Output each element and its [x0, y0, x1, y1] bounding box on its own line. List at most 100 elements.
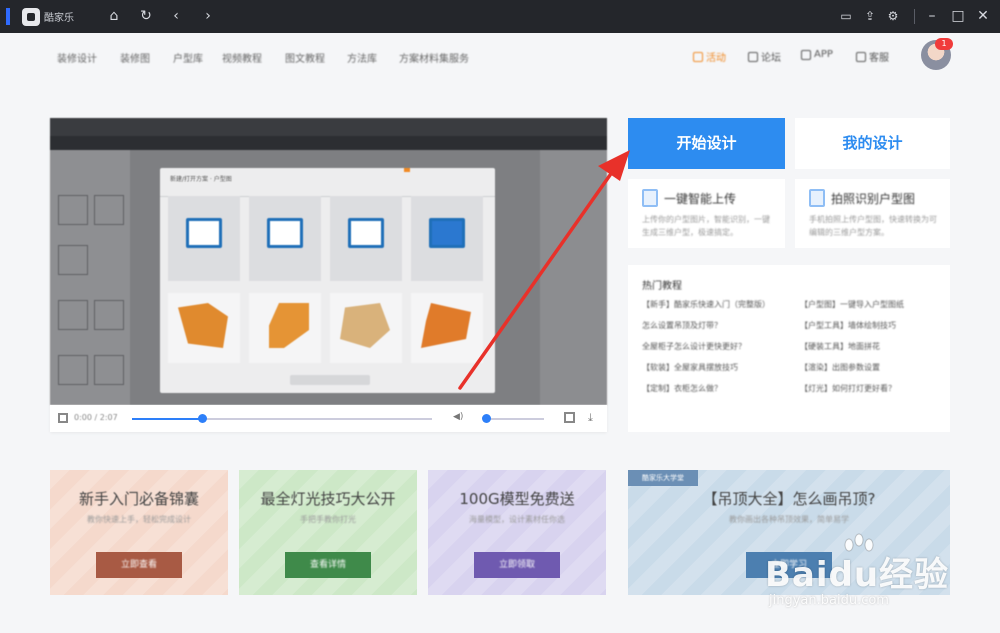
forward-icon[interactable]: › — [198, 6, 218, 26]
feature-card-photo[interactable]: 拍照识别户型图 手机拍照上传户型图，快速转换为可编辑的三维户型方案。 — [795, 179, 950, 248]
back-icon[interactable]: ‹ — [166, 6, 186, 26]
video-tile — [58, 300, 88, 330]
search-plan-icon — [267, 218, 303, 248]
video-frame[interactable]: 新建/打开方案 · 户型图 — [50, 118, 607, 405]
photo-icon — [809, 189, 825, 207]
banner-title: 新手入门必备锦囊 — [78, 490, 199, 508]
video-app-toolbar — [50, 136, 607, 150]
share-icon[interactable]: ⇪ — [860, 6, 880, 26]
banner-button[interactable]: 立即领取 — [474, 552, 560, 578]
floorplan-thumb — [168, 293, 240, 363]
banner-button-label: 查看详情 — [309, 560, 346, 570]
progress-thumb[interactable] — [198, 414, 207, 423]
nav-service[interactable]: 客服 — [856, 49, 889, 64]
modal-title: 新建/打开方案 · 户型图 — [170, 176, 232, 183]
upload-icon — [642, 189, 658, 207]
start-design-button[interactable]: 开始设计 — [628, 118, 785, 169]
home-icon[interactable]: ⌂ — [104, 6, 124, 26]
hot-tutorials-title: 热门教程 — [642, 281, 682, 292]
hot-tutorial-link[interactable]: 【硬装工具】地面拼花 — [800, 341, 880, 352]
nav-forum[interactable]: 论坛 — [748, 49, 781, 64]
video-app-right-panel — [540, 150, 607, 405]
hot-tutorial-link[interactable]: 【渲染】出图参数设置 — [800, 362, 880, 373]
volume-icon[interactable]: ◀) — [453, 412, 463, 422]
floorplan-thumb — [249, 293, 321, 363]
app-logo: 酷家乐 — [22, 7, 80, 26]
hot-tutorial-link[interactable]: 【定制】衣柜怎么做？ — [642, 383, 722, 394]
floorplan-shape — [421, 303, 471, 348]
floorplan-shape — [340, 303, 390, 348]
banner-models[interactable]: 100G模型免费送 海量模型，设计素材任你选 立即领取 — [428, 470, 606, 595]
hot-tutorials: 热门教程 【新手】酷家乐快速入门（完整版） 【户型图】一键导入户型图纸 怎么设置… — [628, 265, 950, 432]
feature-desc: 手机拍照上传户型图，快速转换为可编辑的三维户型方案。 — [809, 215, 937, 237]
feature-card-upload[interactable]: 一键智能上传 上传你的户型图片，智能识别，一键生成三维户型，极速搞定。 — [628, 179, 785, 248]
modal-option-card — [330, 196, 402, 281]
volume-thumb[interactable] — [482, 414, 491, 423]
nav-item[interactable]: 装修图 — [120, 50, 150, 65]
floorplan-thumb — [330, 293, 402, 363]
nav-item[interactable]: 图文教程 — [285, 50, 325, 65]
nav-service-label: 客服 — [869, 53, 889, 64]
feature-desc: 上传你的户型图片，智能识别，一键生成三维户型，极速搞定。 — [642, 215, 770, 237]
banner-button[interactable]: 立即查看 — [96, 552, 182, 578]
nav-activity[interactable]: 活动 — [693, 49, 726, 64]
close-icon[interactable]: ✕ — [973, 6, 993, 26]
phone-icon — [801, 49, 811, 60]
floorplan-thumb — [411, 293, 483, 363]
download-icon[interactable]: ⤓ — [588, 411, 593, 425]
floorplan-shape — [269, 303, 309, 348]
logo-mark — [22, 7, 40, 26]
banner-button-label: 立即领取 — [498, 560, 535, 570]
fullscreen-icon[interactable] — [564, 412, 575, 423]
gift-icon — [693, 51, 703, 62]
volume-track[interactable] — [484, 418, 544, 420]
nav-item[interactable]: 方案材料集服务 — [399, 50, 469, 65]
banner-title: 100G模型免费送 — [459, 490, 575, 508]
play-icon[interactable] — [58, 413, 68, 423]
minimize-icon[interactable]: – — [922, 6, 942, 26]
nav-item[interactable]: 装修设计 — [57, 50, 97, 65]
video-controls: 0:00 / 2:07 ◀) ⤓ — [50, 405, 607, 432]
banner-subtitle: 海量模型，设计素材任你选 — [469, 515, 565, 524]
nav-app[interactable]: APP — [801, 49, 833, 60]
banner-title: 【吊顶大全】怎么画吊顶? — [702, 490, 876, 508]
video-tile — [94, 355, 124, 385]
hot-tutorial-link[interactable]: 【软装】全屋家具摆放技巧 — [642, 362, 738, 373]
draw-icon — [186, 218, 222, 248]
progress-fill — [132, 418, 202, 420]
hot-tutorial-link[interactable]: 怎么设置吊顶及灯带？ — [642, 320, 722, 331]
window-accent — [6, 8, 10, 25]
banner-beginner[interactable]: 新手入门必备锦囊 教你快速上手，轻松完成设计 立即查看 — [50, 470, 228, 595]
modal-option-card — [249, 196, 321, 281]
video-tile — [94, 195, 124, 225]
banner-lighting[interactable]: 最全灯光技巧大公开 手把手教你打光 查看详情 — [239, 470, 417, 595]
tutorial-video[interactable]: 新建/打开方案 · 户型图 0:00 / 2:07 ◀) ⤓ — [50, 118, 607, 432]
nav-forum-label: 论坛 — [761, 53, 781, 64]
notification-badge: 1 — [935, 38, 953, 50]
my-design-button[interactable]: 我的设计 — [795, 118, 950, 169]
hot-tutorial-link[interactable]: 【灯光】如何打灯更好看？ — [800, 383, 896, 394]
nav-item[interactable]: 方法库 — [347, 50, 377, 65]
titlebar-divider — [914, 9, 915, 24]
settings-icon[interactable]: ⚙ — [883, 6, 903, 26]
pen-icon — [748, 51, 758, 62]
hot-tutorial-link[interactable]: 【新手】酷家乐快速入门（完整版） — [642, 299, 770, 310]
video-app-sidebar — [50, 150, 130, 405]
refresh-icon[interactable]: ↻ — [136, 6, 156, 26]
message-icon[interactable]: ▭ — [836, 6, 856, 26]
banner-title: 最全灯光技巧大公开 — [260, 490, 396, 508]
modal-option-card — [168, 196, 240, 281]
video-tile — [58, 245, 88, 275]
baidu-watermark: Baidu经验 jingyan.baidu.com — [765, 533, 955, 623]
banner-button[interactable]: 查看详情 — [285, 552, 371, 578]
hot-tutorial-link[interactable]: 【户型工具】墙体绘制技巧 — [800, 320, 896, 331]
hot-tutorial-link[interactable]: 【户型图】一键导入户型图纸 — [800, 299, 904, 310]
video-tile — [58, 195, 88, 225]
hot-tutorial-link[interactable]: 全屋柜子怎么设计更快更好？ — [642, 341, 746, 352]
banner-tag: 酷家乐大学堂 — [628, 470, 698, 486]
folder-icon — [429, 218, 465, 248]
watermark-main: Baidu经验 — [765, 555, 950, 595]
nav-item[interactable]: 视频教程 — [222, 50, 262, 65]
maximize-icon[interactable]: □ — [948, 6, 968, 26]
nav-item[interactable]: 户型库 — [173, 50, 203, 65]
